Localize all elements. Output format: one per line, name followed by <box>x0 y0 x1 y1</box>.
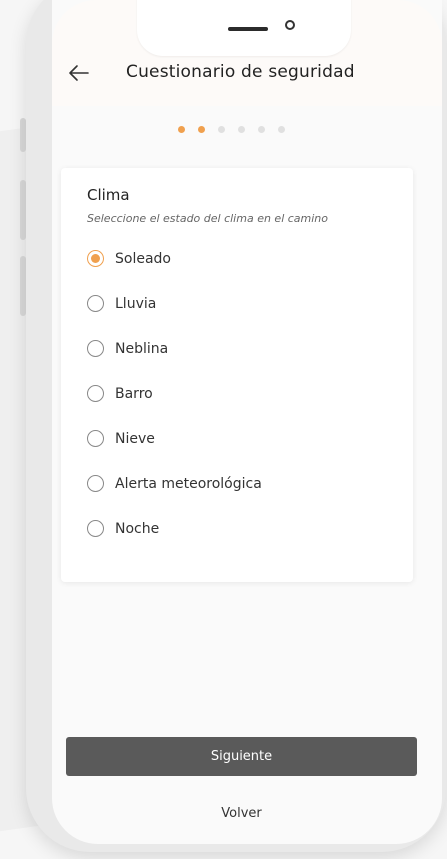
radio-option[interactable]: Alerta meteorológica <box>87 475 262 492</box>
radio-button[interactable] <box>87 295 104 312</box>
question-subtitle: Seleccione el estado del clima en el cam… <box>87 212 329 225</box>
page-title: Cuestionario de seguridad <box>126 62 355 82</box>
radio-button[interactable] <box>87 520 104 537</box>
radio-option[interactable]: Neblina <box>87 340 168 357</box>
step-dot <box>218 126 225 133</box>
question-card: Clima Seleccione el estado del clima en … <box>61 168 413 582</box>
radio-option[interactable]: Barro <box>87 385 153 402</box>
back-button[interactable]: Volver <box>66 799 417 827</box>
speaker-grille <box>228 27 268 31</box>
radio-option-label: Soleado <box>115 250 171 267</box>
radio-option[interactable]: Lluvia <box>87 295 156 312</box>
radio-option[interactable]: Nieve <box>87 430 155 447</box>
step-indicator <box>178 126 285 133</box>
radio-option-label: Alerta meteorológica <box>115 475 262 492</box>
radio-button[interactable] <box>87 250 104 267</box>
radio-button[interactable] <box>87 385 104 402</box>
radio-option[interactable]: Soleado <box>87 250 171 267</box>
step-dot <box>278 126 285 133</box>
arrow-left-icon[interactable] <box>68 64 90 82</box>
radio-option-label: Lluvia <box>115 295 157 312</box>
radio-option[interactable]: Noche <box>87 520 159 537</box>
radio-option-label: Neblina <box>115 340 169 357</box>
front-camera <box>285 20 295 30</box>
question-title: Clima <box>87 186 130 204</box>
step-dot <box>258 126 265 133</box>
radio-option-label: Nieve <box>115 430 155 447</box>
radio-option-label: Noche <box>115 520 160 537</box>
next-button[interactable]: Siguiente <box>66 737 417 776</box>
radio-button[interactable] <box>87 430 104 447</box>
radio-button[interactable] <box>87 475 104 492</box>
step-dot <box>198 126 205 133</box>
radio-option-label: Barro <box>115 385 153 402</box>
step-dot <box>178 126 185 133</box>
radio-button[interactable] <box>87 340 104 357</box>
step-dot <box>238 126 245 133</box>
